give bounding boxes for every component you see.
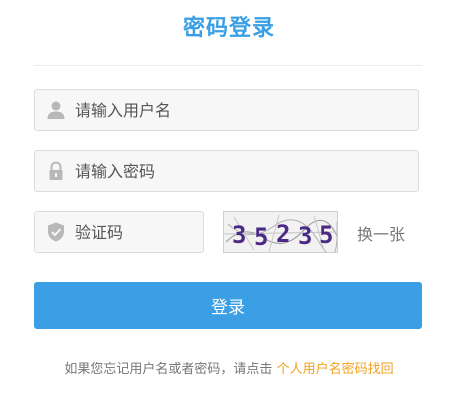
- forgot-password-hint: 如果您忘记用户名或者密码，请点击 个人用户名密码找回: [0, 358, 458, 377]
- title-divider: [34, 65, 422, 66]
- captcha-image[interactable]: 3 5 2 3 5: [223, 211, 338, 253]
- password-input[interactable]: [75, 151, 410, 191]
- captcha-digit: 5: [254, 223, 268, 251]
- login-button[interactable]: 登录: [34, 282, 422, 329]
- recover-account-link[interactable]: 个人用户名密码找回: [277, 362, 394, 377]
- refresh-captcha-link[interactable]: 换一张: [357, 221, 405, 245]
- footer-text: 如果您忘记用户名或者密码，请点击: [64, 362, 273, 377]
- captcha-digit: 5: [319, 221, 333, 249]
- shield-icon: [45, 221, 67, 243]
- password-field[interactable]: [34, 150, 419, 192]
- username-input[interactable]: [75, 90, 410, 130]
- captcha-digit: 2: [276, 220, 290, 248]
- user-icon: [45, 99, 67, 121]
- lock-icon: [45, 160, 67, 182]
- captcha-input[interactable]: [75, 212, 195, 252]
- username-field[interactable]: [34, 89, 419, 131]
- captcha-digit: 3: [232, 221, 246, 249]
- captcha-digit: 3: [298, 222, 312, 250]
- captcha-field[interactable]: [34, 211, 204, 253]
- page-title: 密码登录: [182, 16, 275, 41]
